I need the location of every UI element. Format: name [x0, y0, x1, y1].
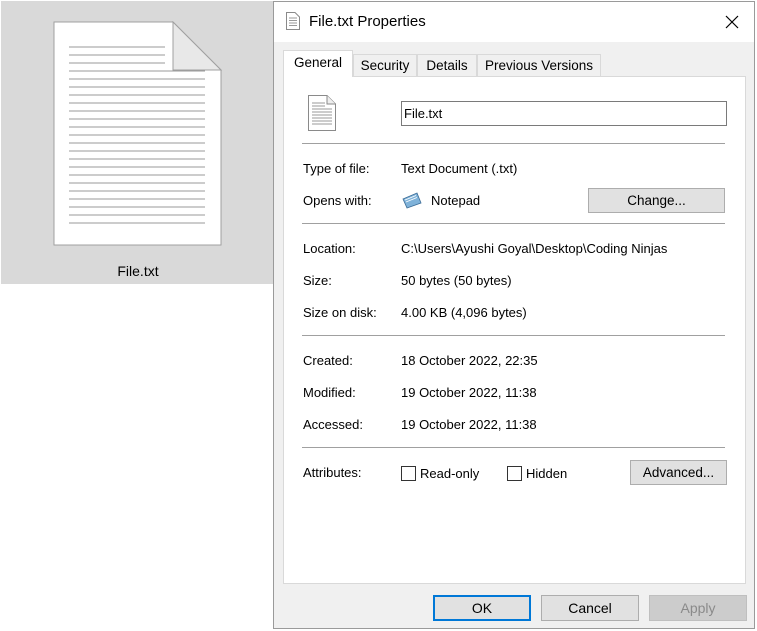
file-name-label[interactable]: File.txt [1, 263, 275, 279]
type-of-file-value: Text Document (.txt) [401, 161, 518, 176]
tab-general[interactable]: General [283, 50, 353, 77]
size-on-disk-value: 4.00 KB (4,096 bytes) [401, 305, 527, 320]
attributes-label: Attributes: [303, 465, 362, 480]
general-panel: Type of file: Text Document (.txt) Opens… [283, 76, 746, 584]
dialog-title: File.txt Properties [309, 13, 426, 30]
location-value: C:\Users\Ayushi Goyal\Desktop\Coding Nin… [401, 241, 668, 256]
tab-security[interactable]: Security [353, 54, 417, 76]
notepad-icon [402, 192, 422, 209]
modified-label: Modified: [303, 385, 356, 400]
created-label: Created: [303, 353, 353, 368]
properties-dialog: File.txt Properties General Security Det… [273, 1, 755, 629]
text-document-icon [308, 95, 336, 131]
size-value: 50 bytes (50 bytes) [401, 273, 512, 288]
size-label: Size: [303, 273, 332, 288]
accessed-value: 19 October 2022, 11:38 [401, 417, 537, 432]
hidden-checkbox[interactable] [507, 466, 522, 481]
divider [302, 447, 725, 448]
hidden-label[interactable]: Hidden [526, 466, 567, 481]
opens-with-label: Opens with: [303, 193, 372, 208]
created-value: 18 October 2022, 22:35 [401, 353, 538, 368]
modified-value: 19 October 2022, 11:38 [401, 385, 537, 400]
change-button[interactable]: Change... [588, 188, 725, 213]
divider [302, 335, 725, 336]
read-only-checkbox[interactable] [401, 466, 416, 481]
opens-with-value: Notepad [431, 193, 481, 208]
location-label: Location: [303, 241, 356, 256]
divider [302, 223, 725, 224]
text-document-large-icon [53, 21, 223, 246]
close-button[interactable] [710, 2, 754, 42]
size-on-disk-label: Size on disk: [303, 305, 377, 320]
ok-button[interactable]: OK [433, 595, 531, 621]
read-only-label[interactable]: Read-only [420, 466, 479, 481]
explorer-file-tile[interactable]: File.txt [1, 1, 275, 284]
cancel-button[interactable]: Cancel [541, 595, 639, 621]
divider [302, 143, 725, 144]
advanced-button[interactable]: Advanced... [630, 460, 727, 485]
apply-button[interactable]: Apply [649, 595, 747, 621]
type-of-file-label: Type of file: [303, 161, 370, 176]
title-bar[interactable]: File.txt Properties [274, 2, 754, 42]
accessed-label: Accessed: [303, 417, 363, 432]
text-document-icon [286, 12, 300, 30]
close-icon [725, 15, 739, 29]
tab-previous-versions[interactable]: Previous Versions [477, 54, 601, 76]
file-name-input[interactable] [401, 101, 727, 126]
tab-details[interactable]: Details [417, 54, 477, 76]
